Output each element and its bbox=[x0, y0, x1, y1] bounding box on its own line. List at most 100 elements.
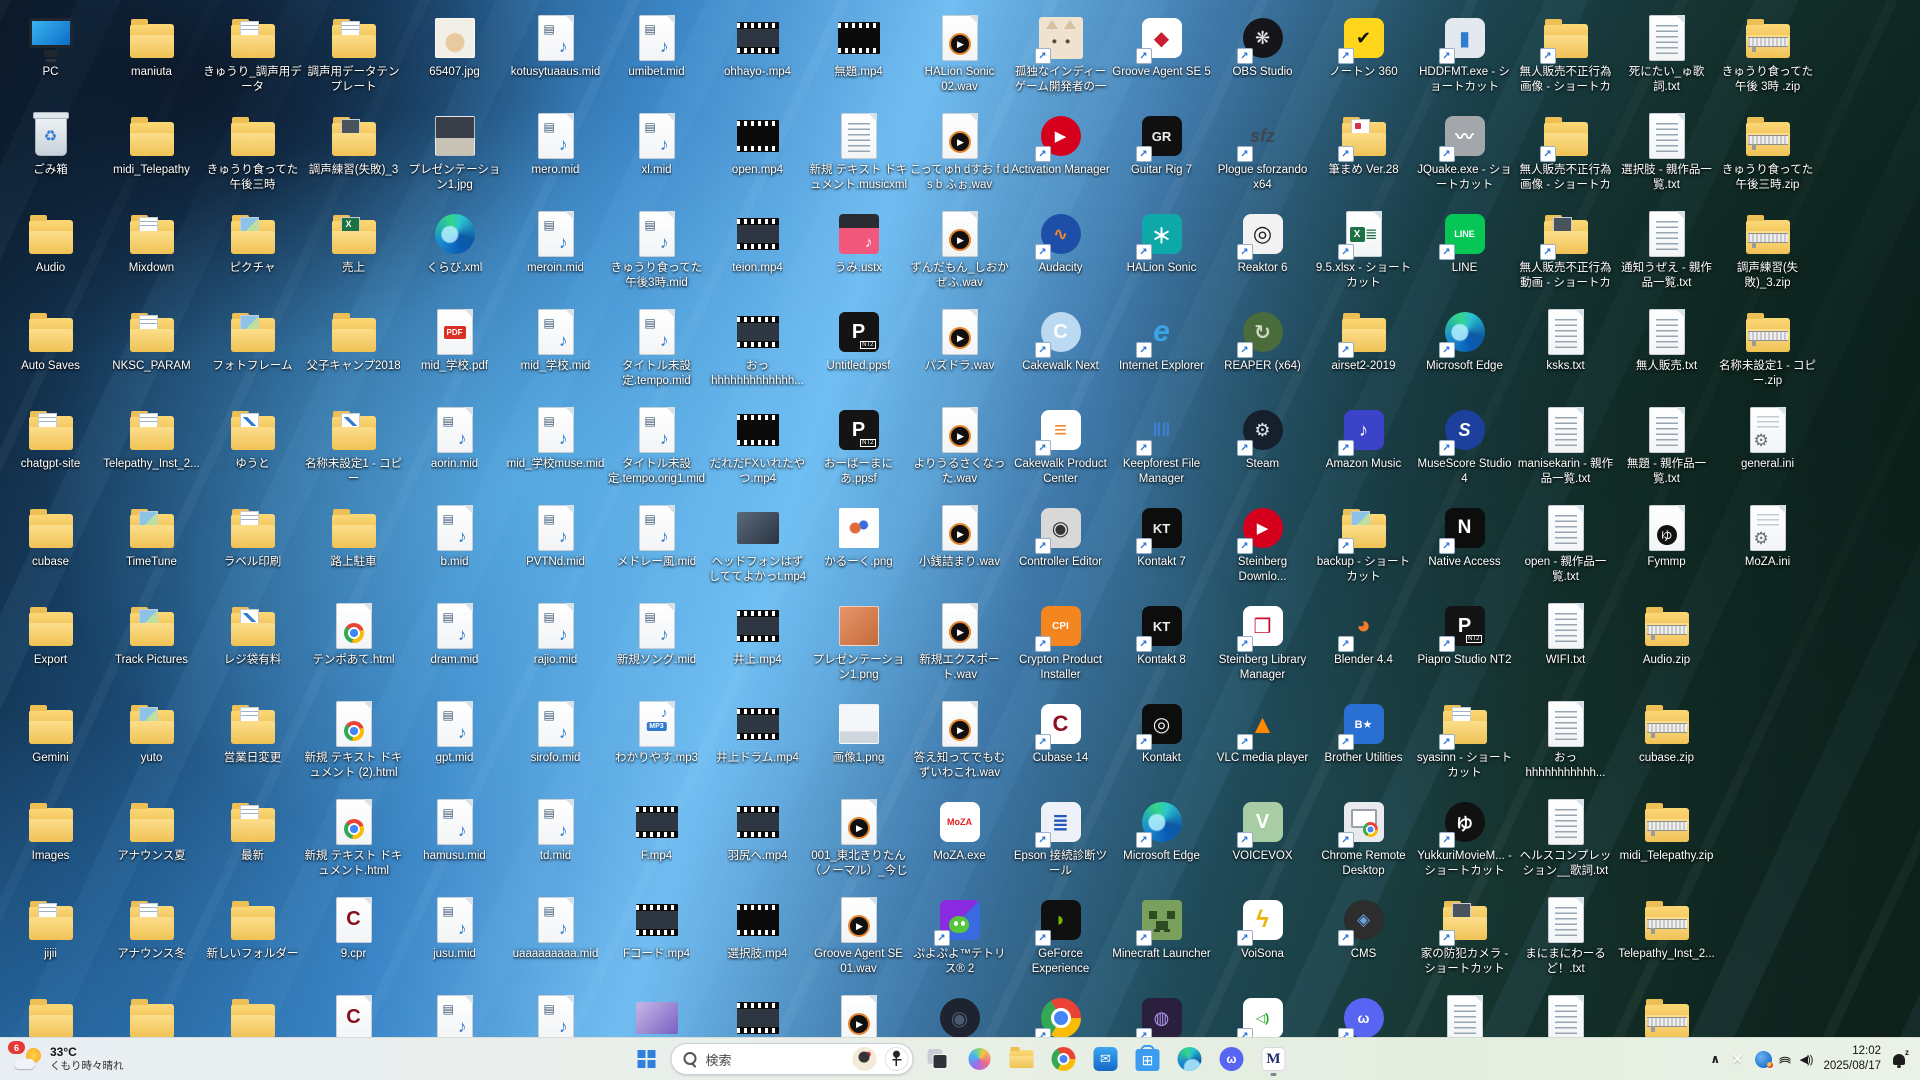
desktop-icon[interactable]: dram.mid bbox=[404, 594, 505, 692]
desktop-icon[interactable]: ∿Audacity bbox=[1010, 202, 1111, 300]
desktop-icon[interactable]: meroin.mid bbox=[505, 202, 606, 300]
desktop-icon[interactable]: だれだFXいれたやつ.mp4 bbox=[707, 398, 808, 496]
desktop-icon[interactable]: ＊HALion Sonic bbox=[1111, 202, 1212, 300]
desktop-icon[interactable]: 無題 - 親作品一覧.txt bbox=[1616, 398, 1717, 496]
desktop-icon[interactable] bbox=[707, 986, 808, 1038]
desktop-icon[interactable]: ❒Steinberg Library Manager bbox=[1212, 594, 1313, 692]
desktop-icon[interactable]: ♪Amazon Music bbox=[1313, 398, 1414, 496]
desktop-icon[interactable]: 新規 テキスト ドキュメント.html bbox=[303, 790, 404, 888]
desktop-icon[interactable]: くらび.xml bbox=[404, 202, 505, 300]
desktop-icon[interactable]: cubase bbox=[0, 496, 101, 594]
search-highlight-bird-thumb[interactable] bbox=[853, 1047, 877, 1071]
taskbar-microsoft-store-button[interactable] bbox=[1130, 1041, 1166, 1077]
desktop-icon[interactable]: 家の防犯カメラ - ショートカット bbox=[1414, 888, 1515, 986]
tray-app-sphere-icon[interactable] bbox=[1755, 1051, 1772, 1068]
desktop-icon[interactable] bbox=[808, 986, 909, 1038]
desktop-icon[interactable]: Piapro Studio NT2 bbox=[1414, 594, 1515, 692]
desktop-icon[interactable]: jusu.mid bbox=[404, 888, 505, 986]
desktop-icon[interactable]: LINELINE bbox=[1414, 202, 1515, 300]
desktop-icon[interactable]: ◗GeForce Experience bbox=[1010, 888, 1111, 986]
desktop-icon[interactable]: uaaaaaaaaa.mid bbox=[505, 888, 606, 986]
desktop-icon[interactable]: KTKontakt 7 bbox=[1111, 496, 1212, 594]
desktop-icon[interactable]: mid_学校.pdf bbox=[404, 300, 505, 398]
desktop-icon[interactable]: ⚙Steam bbox=[1212, 398, 1313, 496]
desktop-icon[interactable]: td.mid bbox=[505, 790, 606, 888]
desktop-icon[interactable]: タイトル未設定.tempo.orig1.mid bbox=[606, 398, 707, 496]
taskbar-edge-button[interactable] bbox=[1172, 1041, 1208, 1077]
desktop-icon[interactable]: Microsoft Edge bbox=[1111, 790, 1212, 888]
desktop-icon[interactable]: Track Pictures bbox=[101, 594, 202, 692]
desktop-icon[interactable]: ◈CMS bbox=[1313, 888, 1414, 986]
desktop-icon[interactable] bbox=[606, 986, 707, 1038]
desktop-icon[interactable] bbox=[404, 986, 505, 1038]
desktop-icon[interactable]: MoZA.ini bbox=[1717, 496, 1818, 594]
desktop-icon[interactable]: NNative Access bbox=[1414, 496, 1515, 594]
desktop-icon[interactable]: CCubase 14 bbox=[1010, 692, 1111, 790]
desktop-icon[interactable]: ゆYukkuriMovieM... - ショートカット bbox=[1414, 790, 1515, 888]
desktop-icon[interactable]: rajio.mid bbox=[505, 594, 606, 692]
desktop-icon[interactable]: Telepathy_Inst_2... bbox=[101, 398, 202, 496]
desktop-icon[interactable]: 9.5.xlsx - ショートカット bbox=[1313, 202, 1414, 300]
desktop-icon[interactable]: ◕Blender 4.4 bbox=[1313, 594, 1414, 692]
taskbar-chrome-button[interactable] bbox=[1046, 1041, 1082, 1077]
desktop-icon[interactable]: TimeTune bbox=[101, 496, 202, 594]
desktop-icon[interactable]: 答え知ってでもむずいわこれ.wav bbox=[909, 692, 1010, 790]
desktop-icon[interactable]: jijii bbox=[0, 888, 101, 986]
desktop-icon[interactable]: まにまにわーるど！.txt bbox=[1515, 888, 1616, 986]
desktop-icon[interactable]: Gemini bbox=[0, 692, 101, 790]
desktop-icon[interactable] bbox=[303, 986, 404, 1038]
desktop-icon[interactable]: mid_学校muse.mid bbox=[505, 398, 606, 496]
desktop-icon[interactable]: ◆Groove Agent SE 5 bbox=[1111, 6, 1212, 104]
desktop-icon[interactable]: 〰JQuake.exe - ショートカット bbox=[1414, 104, 1515, 202]
desktop-icon[interactable]: 調声用データテンプレート bbox=[303, 6, 404, 104]
desktop-icon[interactable]: ‖‖Keepforest File Manager bbox=[1111, 398, 1212, 496]
notification-bell-icon[interactable] bbox=[1892, 1051, 1908, 1067]
desktop-icon[interactable]: 名称未設定1 - コピー bbox=[303, 398, 404, 496]
desktop-icon[interactable]: 死にたい_ゅ歌詞.txt bbox=[1616, 6, 1717, 104]
desktop-icon[interactable]: b.mid bbox=[404, 496, 505, 594]
wifi-icon[interactable]: ((( bbox=[1779, 1056, 1793, 1062]
desktop-icon[interactable]: パズドラ.wav bbox=[909, 300, 1010, 398]
desktop-icon[interactable]: maniuta bbox=[101, 6, 202, 104]
desktop-icon[interactable]: かるーく.png bbox=[808, 496, 909, 594]
desktop-icon[interactable]: 新規ソング.mid bbox=[606, 594, 707, 692]
desktop-icon[interactable]: open - 親作品一覧.txt bbox=[1515, 496, 1616, 594]
desktop-icon[interactable]: PC bbox=[0, 6, 101, 104]
desktop-icon[interactable]: 調声練習(失敗)_3 bbox=[303, 104, 404, 202]
desktop-icon[interactable]: きゅうり食ってた午後3時.mid bbox=[606, 202, 707, 300]
desktop-icon[interactable] bbox=[1616, 986, 1717, 1038]
desktop-icon[interactable]: Mixdown bbox=[101, 202, 202, 300]
desktop-icon[interactable]: umibet.mid bbox=[606, 6, 707, 104]
desktop-icon[interactable]: きゅうり食ってた午後三時.zip bbox=[1717, 104, 1818, 202]
taskbar-m-app-button[interactable] bbox=[1256, 1041, 1292, 1077]
desktop-icon[interactable]: ↻REAPER (x64) bbox=[1212, 300, 1313, 398]
desktop-icon[interactable]: cubase.zip bbox=[1616, 692, 1717, 790]
desktop-icon[interactable]: Audio bbox=[0, 202, 101, 300]
taskbar-search[interactable]: 検索 bbox=[671, 1043, 914, 1075]
desktop-icon[interactable]: ω bbox=[1313, 986, 1414, 1038]
desktop-icon[interactable]: 孤独なインディーゲーム開発者の一生 ... bbox=[1010, 6, 1111, 104]
desktop-icon[interactable]: general.ini bbox=[1717, 398, 1818, 496]
desktop-icon[interactable]: 筆まめ Ver.28 bbox=[1313, 104, 1414, 202]
desktop-icon[interactable]: B★Brother Utilities bbox=[1313, 692, 1414, 790]
desktop-icon[interactable]: GRGuitar Rig 7 bbox=[1111, 104, 1212, 202]
hidden-icons-chevron-icon[interactable]: ∧ bbox=[1710, 1052, 1720, 1066]
desktop-icon[interactable]: ぷよぷよ™テトリス® 2 bbox=[909, 888, 1010, 986]
desktop-icon[interactable]: ▶Activation Manager bbox=[1010, 104, 1111, 202]
desktop-icon[interactable]: gpt.mid bbox=[404, 692, 505, 790]
desktop-icon[interactable]: 路上駐車 bbox=[303, 496, 404, 594]
desktop-icon[interactable]: 9.cpr bbox=[303, 888, 404, 986]
volume-icon[interactable]: ◀)) bbox=[1800, 1053, 1813, 1066]
desktop-icon[interactable]: F.mp4 bbox=[606, 790, 707, 888]
search-highlight-figure-thumb[interactable] bbox=[885, 1047, 909, 1071]
desktop-icon[interactable]: こってゅh dすお f d s b ふぉ.wav bbox=[909, 104, 1010, 202]
desktop-icon[interactable]: よりうるさくなった.wav bbox=[909, 398, 1010, 496]
desktop-icon[interactable]: sfzPlogue sforzando x64 bbox=[1212, 104, 1313, 202]
desktop-icon[interactable]: 通知うぜえ - 親作品一覧.txt bbox=[1616, 202, 1717, 300]
desktop-icon[interactable]: SMuseScore Studio 4 bbox=[1414, 398, 1515, 496]
desktop-icon[interactable]: テンポあて.html bbox=[303, 594, 404, 692]
desktop-icon[interactable]: Export bbox=[0, 594, 101, 692]
desktop-icon[interactable]: mid_学校.mid bbox=[505, 300, 606, 398]
desktop-icon[interactable]: hamusu.mid bbox=[404, 790, 505, 888]
desktop-icon[interactable]: きゅうり食ってた午後 3時 .zip bbox=[1717, 6, 1818, 104]
